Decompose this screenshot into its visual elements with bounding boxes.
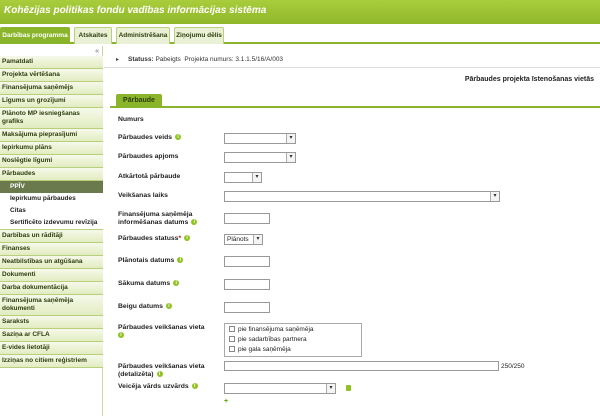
vieta-detalizeta-input[interactable] bbox=[224, 361, 499, 371]
parbaudes-statuss-label: Pārbaudes statuss* i bbox=[118, 235, 191, 243]
tab-darbibas-programma[interactable]: Darbības programma bbox=[0, 27, 70, 44]
main-content: ▸ Statuss: Pabeigts Projekta numurs: 3.1… bbox=[104, 46, 600, 416]
info-icon[interactable]: i bbox=[184, 235, 191, 242]
atkartota-parbaude-select[interactable]: ▾ bbox=[224, 172, 262, 183]
sidebar-item-finanses[interactable]: Finanses bbox=[0, 243, 103, 256]
planotais-datums-input[interactable] bbox=[224, 256, 270, 267]
veiksanas-laiks-label: Veikšanas laiks bbox=[118, 192, 168, 199]
chevron-down-icon: ▾ bbox=[252, 173, 261, 182]
status-value: Pabeigts bbox=[155, 56, 181, 63]
chevron-down-icon: ▾ bbox=[286, 134, 295, 143]
numurs-label: Numurs bbox=[118, 116, 144, 123]
parbaudes-veids-select[interactable]: ▾ bbox=[224, 133, 296, 144]
sidebar-subitem-citas[interactable]: Citas bbox=[0, 205, 103, 217]
app-title: Kohēzijas politikas fondu vadības inform… bbox=[4, 5, 267, 16]
expand-arrow-icon[interactable]: ▸ bbox=[116, 56, 119, 63]
sidebar-subitem-iepirkumu-parbaudes[interactable]: Iepirkumu pārbaudes bbox=[0, 193, 103, 205]
info-icon[interactable]: i bbox=[191, 383, 198, 390]
vieta-detalizeta-label: Pārbaudes veikšanas vieta (detalizēta) i bbox=[118, 363, 205, 378]
add-icon[interactable]: + bbox=[224, 398, 228, 405]
info-icon[interactable]: i bbox=[165, 303, 172, 310]
veiceja-select[interactable]: ▾ bbox=[224, 383, 336, 394]
section-title: Pārbaudes projekta īstenošanas vietās bbox=[464, 76, 594, 83]
section-header: Pārbaudes projekta īstenošanas vietās bbox=[110, 74, 596, 86]
project-number-label: Projekta numurs: bbox=[184, 56, 234, 63]
sidebar-item-e-vides-lietotaji[interactable]: E-vides lietotāji bbox=[0, 342, 103, 355]
info-icon[interactable]: i bbox=[118, 332, 124, 339]
tab-parbaude[interactable]: Pārbaude bbox=[116, 94, 162, 108]
chevron-down-icon: ▾ bbox=[253, 235, 262, 244]
vieta-option-fs[interactable]: pie finansējuma saņēmēja bbox=[229, 326, 314, 333]
parbaudes-statuss-select[interactable]: Plānots ▾ bbox=[224, 234, 263, 245]
info-icon[interactable]: i bbox=[191, 219, 198, 226]
status-bar: ▸ Statuss: Pabeigts Projekta numurs: 3.1… bbox=[104, 52, 600, 68]
beigu-datums-input[interactable] bbox=[224, 302, 270, 313]
tab-administresana[interactable]: Administrēšana bbox=[116, 27, 170, 44]
sidebar-item-finansejuma-sanemejs[interactable]: Finansējuma saņēmējs bbox=[0, 82, 103, 95]
status-text: Statuss: Pabeigts Projekta numurs: 3.1.1… bbox=[128, 56, 283, 63]
tab-atskaites[interactable]: Atskaites bbox=[74, 27, 112, 44]
tab-zinojumu-delis[interactable]: Ziņojumu dēlis bbox=[174, 27, 224, 44]
sidebar-item-dokumenti[interactable]: Dokumenti bbox=[0, 269, 103, 282]
info-icon[interactable]: i bbox=[177, 257, 184, 264]
sidebar-list: Pamatdati Projekta vērtēšana Finansējuma… bbox=[0, 56, 103, 368]
char-counter: 250/250 bbox=[501, 363, 525, 370]
sakuma-datums-input[interactable] bbox=[224, 279, 270, 290]
sidebar-item-maksajuma-pieprasijumi[interactable]: Maksājuma pieprasījumi bbox=[0, 129, 103, 142]
sidebar-item-ligums[interactable]: Līgums un grozījumi bbox=[0, 95, 103, 108]
fs-informesanas-date-input[interactable] bbox=[224, 213, 270, 224]
chevron-down-icon: ▾ bbox=[490, 192, 499, 201]
parbaudes-apjoms-select[interactable]: ▾ bbox=[224, 152, 296, 163]
chevron-down-icon: ▾ bbox=[286, 153, 295, 162]
veiceja-label: Veicēja vārds uzvārds i bbox=[118, 383, 198, 391]
parbaudes-apjoms-label: Pārbaudes apjoms bbox=[118, 153, 179, 160]
vieta-option-gala-sanemejs[interactable]: pie gala saņēmēja bbox=[229, 346, 291, 353]
app-header: Kohēzijas politikas fondu vadības inform… bbox=[0, 0, 600, 24]
sidebar: « Pamatdati Projekta vērtēšana Finansēju… bbox=[0, 46, 103, 416]
fs-informesanas-label: Finansējuma saņēmēja informēšanas datums i bbox=[118, 211, 198, 227]
status-label: Statuss: bbox=[128, 56, 154, 63]
sidebar-item-darbibas-raditaji[interactable]: Darbības un rādītāji bbox=[0, 230, 103, 243]
collapse-icon[interactable]: « bbox=[95, 48, 99, 55]
sidebar-item-mp-grafiks[interactable]: Plānoto MP iesniegšanas grafiks bbox=[0, 108, 103, 129]
chevron-down-icon: ▾ bbox=[326, 384, 335, 393]
sidebar-subitem-revizija[interactable]: Sertificēto izdevumu revīzija bbox=[0, 217, 103, 229]
sidebar-item-fs-dokumenti[interactable]: Finansējuma saņēmēja dokumenti bbox=[0, 295, 103, 316]
sidebar-item-projekta-vertesana[interactable]: Projekta vērtēšana bbox=[0, 69, 103, 82]
sidebar-item-iepirkumu-plans[interactable]: Iepirkumu plāns bbox=[0, 142, 103, 155]
veiksanas-vieta-label: Pārbaudes veikšanas vieta i bbox=[118, 324, 205, 339]
inner-tabbar: Pārbaude bbox=[110, 94, 600, 108]
veiksanas-vieta-options: pie finansējuma saņēmēja pie sadarbības … bbox=[224, 323, 362, 357]
sidebar-item-parbaudes[interactable]: Pārbaudes bbox=[0, 168, 103, 181]
info-icon[interactable]: i bbox=[175, 134, 182, 141]
project-number-value: 3.1.1.5/16/A/003 bbox=[235, 56, 284, 63]
sidebar-item-saraksts[interactable]: Saraksts bbox=[0, 316, 103, 329]
sidebar-item-pamatdati[interactable]: Pamatdati bbox=[0, 56, 103, 69]
parbaudes-veids-label: Pārbaudes veids i bbox=[118, 134, 182, 142]
trash-icon[interactable] bbox=[346, 385, 351, 391]
beigu-datums-label: Beigu datums i bbox=[118, 303, 172, 311]
atkartota-parbaude-label: Atkārtotā pārbaude bbox=[118, 173, 181, 180]
sidebar-item-neatbilstibas[interactable]: Neatbilstības un atgūšana bbox=[0, 256, 103, 269]
sakuma-datums-label: Sākuma datums i bbox=[118, 280, 180, 288]
vieta-option-partneris[interactable]: pie sadarbības partnera bbox=[229, 336, 307, 343]
veiksanas-laiks-select[interactable]: ▾ bbox=[224, 191, 500, 202]
sidebar-item-izzinas[interactable]: Izziņas no citiem reģistriem bbox=[0, 355, 103, 368]
main-tabbar: Darbības programma Atskaites Administrēš… bbox=[0, 24, 600, 44]
sidebar-subgroup-parbaudes: PPĪV Iepirkumu pārbaudes Citas Sertificē… bbox=[0, 181, 103, 230]
planotais-datums-label: Plānotais datums i bbox=[118, 257, 184, 265]
sidebar-item-darba-dokumentacija[interactable]: Darba dokumentācija bbox=[0, 282, 103, 295]
info-icon[interactable]: i bbox=[173, 280, 180, 287]
sidebar-item-nosleigtie-ligumi[interactable]: Noslēgtie līgumi bbox=[0, 155, 103, 168]
info-icon[interactable]: i bbox=[156, 371, 163, 378]
sidebar-item-sazina-cfla[interactable]: Saziņa ar CFLA bbox=[0, 329, 103, 342]
sidebar-subitem-ppiv[interactable]: PPĪV bbox=[0, 181, 103, 193]
